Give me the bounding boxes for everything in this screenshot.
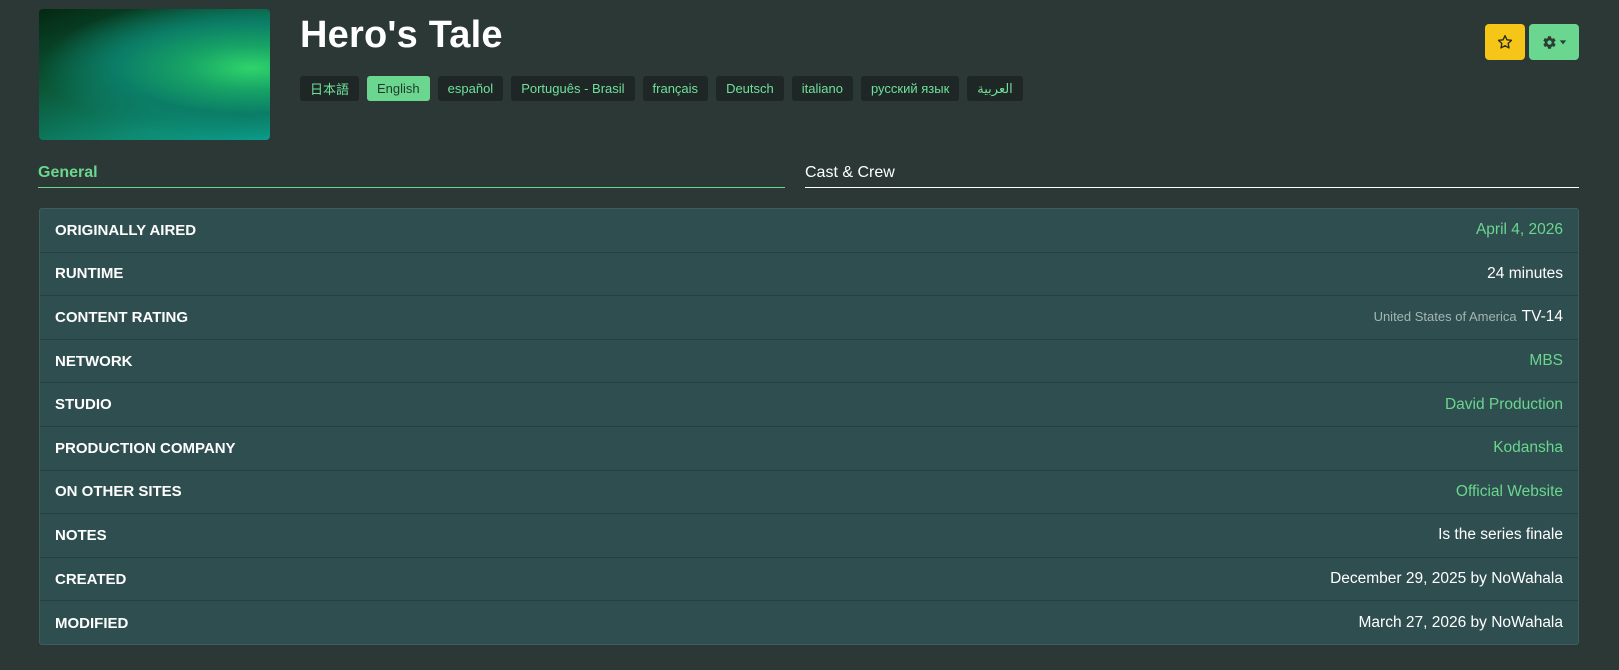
language-pt-br[interactable]: Português - Brasil	[511, 76, 635, 101]
episode-page: Hero's Tale 日本語 English español Portuguê…	[0, 0, 1619, 670]
content-rating-country: United States of America	[1373, 309, 1517, 325]
language-de[interactable]: Deutsch	[716, 76, 784, 101]
modified-value: March 27, 2026 by NoWahala	[1358, 614, 1563, 632]
notes-value: Is the series finale	[1438, 526, 1563, 544]
official-website-link[interactable]: Official Website	[1456, 483, 1563, 501]
modified-label: MODIFIED	[55, 614, 129, 632]
episode-actions	[1485, 24, 1579, 60]
other-sites-label: ON OTHER SITES	[55, 483, 182, 501]
star-icon	[1497, 35, 1513, 49]
table-row: ON OTHER SITES Official Website	[40, 471, 1578, 515]
language-ar[interactable]: العربية	[967, 76, 1023, 101]
language-en[interactable]: English	[367, 76, 430, 101]
language-it[interactable]: italiano	[791, 76, 853, 101]
language-fr[interactable]: français	[642, 76, 709, 101]
table-row: CREATED December 29, 2025 by NoWahala	[40, 558, 1578, 602]
notes-label: NOTES	[55, 526, 107, 544]
production-company-link[interactable]: Kodansha	[1493, 439, 1563, 457]
language-es[interactable]: español	[437, 76, 504, 101]
table-row: NETWORK MBS	[40, 340, 1578, 384]
table-row: PRODUCTION COMPANY Kodansha	[40, 427, 1578, 471]
language-selector: 日本語 English español Português - Brasil f…	[300, 76, 1023, 101]
content-rating-value: United States of America TV-14	[1374, 308, 1563, 326]
favorite-button[interactable]	[1485, 24, 1525, 60]
gear-icon	[1542, 35, 1556, 49]
episode-details-table: ORIGINALLY AIRED April 4, 2026 RUNTIME 2…	[39, 208, 1579, 645]
table-row: RUNTIME 24 minutes	[40, 253, 1578, 297]
table-row: STUDIO David Production	[40, 383, 1578, 427]
network-label: NETWORK	[55, 352, 133, 370]
settings-dropdown-button[interactable]	[1529, 24, 1579, 60]
tab-cast-crew[interactable]: Cast & Crew	[805, 158, 1579, 188]
language-ru[interactable]: русский язык	[860, 76, 960, 101]
episode-tabs: General Cast & Crew	[38, 158, 1579, 188]
table-row: CONTENT RATING United States of America T…	[40, 296, 1578, 340]
runtime-value: 24 minutes	[1487, 264, 1563, 282]
production-company-label: PRODUCTION COMPANY	[55, 439, 236, 457]
episode-thumbnail[interactable]	[39, 9, 270, 140]
runtime-label: RUNTIME	[55, 265, 124, 283]
studio-label: STUDIO	[55, 396, 112, 414]
table-row: ORIGINALLY AIRED April 4, 2026	[40, 209, 1578, 253]
language-ja[interactable]: 日本語	[300, 76, 360, 101]
originally-aired-value[interactable]: April 4, 2026	[1476, 221, 1563, 239]
network-link[interactable]: MBS	[1529, 352, 1563, 370]
page-title: Hero's Tale	[300, 14, 503, 56]
created-value: December 29, 2025 by NoWahala	[1330, 570, 1563, 588]
content-rating-label: CONTENT RATING	[55, 308, 189, 326]
table-row: MODIFIED March 27, 2026 by NoWahala	[40, 601, 1578, 644]
created-label: CREATED	[55, 570, 127, 588]
content-rating-code: TV-14	[1521, 308, 1563, 326]
table-row: NOTES Is the series finale	[40, 514, 1578, 558]
studio-link[interactable]: David Production	[1445, 396, 1563, 414]
tab-general[interactable]: General	[38, 158, 785, 188]
caret-down-icon	[1559, 40, 1566, 45]
originally-aired-label: ORIGINALLY AIRED	[55, 221, 197, 239]
